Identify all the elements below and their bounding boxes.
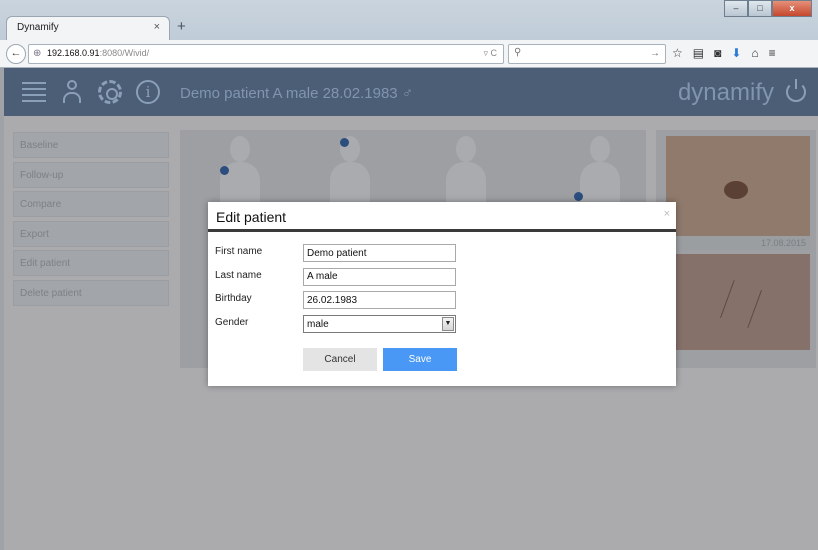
bookmarks-list-icon[interactable]: ▤	[693, 46, 704, 60]
new-tab-button[interactable]: +	[177, 18, 186, 35]
birthday-field[interactable]	[303, 291, 456, 309]
globe-icon: ⊕	[33, 48, 42, 59]
lesion-marker[interactable]	[340, 138, 349, 147]
save-button[interactable]: Save	[383, 348, 457, 371]
sidebar-item-edit-patient[interactable]: Edit patient	[13, 250, 169, 276]
photo-date: 17.08.2015	[666, 236, 810, 250]
last-name-label: Last name	[215, 269, 262, 281]
last-name-row: Last name	[215, 267, 475, 292]
back-arrow-icon[interactable]: ←	[6, 44, 26, 64]
sidebar-item-baseline[interactable]: Baseline	[13, 132, 169, 158]
toolbar-icons: ☆ ▤ ◙ ⬇ ⌂ ≡	[672, 46, 776, 60]
gender-select[interactable]: male ▼	[303, 314, 456, 333]
power-icon[interactable]	[786, 79, 806, 102]
lesion-marker[interactable]	[574, 192, 583, 201]
search-icon: ⚲	[514, 47, 522, 58]
edit-patient-dialog: Edit patient × First name Last name Birt…	[208, 202, 676, 386]
pocket-icon[interactable]: ◙	[714, 46, 721, 60]
app-header: i Demo patient A male 28.02.1983 ♂ dynam…	[4, 68, 818, 116]
go-arrow-icon[interactable]: →	[650, 48, 660, 59]
birthday-row: Birthday	[215, 291, 475, 315]
tab-strip: Dynamify × + – □ x	[0, 0, 818, 40]
edit-patient-form: First name Last name Birthday Gender mal…	[215, 244, 475, 338]
browser-tab[interactable]: Dynamify ×	[6, 16, 170, 40]
chevron-down-icon[interactable]: ▼	[442, 316, 454, 331]
dialog-title: Edit patient	[216, 209, 287, 225]
patient-title: Demo patient A male 28.02.1983 ♂	[180, 85, 414, 102]
lesion-marker[interactable]	[220, 166, 229, 175]
sidebar-item-export[interactable]: Export	[13, 220, 169, 247]
first-name-field[interactable]	[303, 244, 456, 262]
lesion-photo[interactable]	[666, 254, 810, 350]
gender-selected-value: male	[307, 318, 329, 330]
search-bar[interactable]: ⚲ →	[508, 44, 666, 64]
info-icon[interactable]: i	[136, 80, 160, 104]
url-host: 192.168.0.91	[47, 48, 100, 58]
reload-icon[interactable]: ▿ C	[483, 48, 497, 59]
gender-label: Gender	[215, 316, 249, 328]
window-controls: – □ x	[724, 0, 812, 17]
close-icon[interactable]: ×	[664, 208, 670, 220]
last-name-field[interactable]	[303, 267, 456, 286]
sidebar-item-delete-patient[interactable]: Delete patient	[13, 279, 169, 306]
birthday-label: Birthday	[215, 293, 252, 304]
maximize-button[interactable]: □	[748, 0, 772, 17]
brand-logo: dynamify	[677, 79, 774, 106]
first-name-label: First name	[215, 246, 263, 257]
sidebar-item-follow-up[interactable]: Follow-up	[13, 161, 169, 188]
sidebar-item-compare[interactable]: Compare	[13, 191, 169, 217]
download-icon[interactable]: ⬇	[731, 46, 741, 60]
close-tab-icon[interactable]: ×	[154, 21, 160, 33]
hamburger-menu-icon[interactable]: ≡	[769, 46, 776, 60]
url-path: :8080/Wivid/	[99, 48, 150, 58]
lesion-photo[interactable]	[666, 136, 810, 236]
gear-icon[interactable]	[98, 80, 122, 104]
minimize-button[interactable]: –	[724, 0, 748, 17]
bookmark-star-icon[interactable]: ☆	[672, 46, 683, 60]
user-icon[interactable]	[62, 80, 82, 104]
close-window-button[interactable]: x	[772, 0, 812, 17]
list-menu-icon[interactable]	[22, 82, 46, 102]
first-name-row: First name	[215, 244, 475, 268]
navigation-bar: ← ⊕ 192.168.0.91:8080/Wivid/ ▿ C ⚲ → ☆ ▤…	[0, 40, 818, 68]
home-icon[interactable]: ⌂	[751, 46, 758, 60]
sidebar: Baseline Follow-up Compare Export Edit p…	[13, 132, 169, 309]
photo-panel: 17.08.2015	[656, 130, 816, 368]
address-bar[interactable]: ⊕ 192.168.0.91:8080/Wivid/ ▿ C	[28, 44, 504, 64]
dialog-header: Edit patient ×	[208, 202, 676, 232]
tab-title: Dynamify	[17, 22, 59, 33]
cancel-button[interactable]: Cancel	[303, 348, 377, 371]
gender-row: Gender male ▼	[215, 314, 475, 339]
browser-chrome: Dynamify × + – □ x ← ⊕ 192.168.0.91:8080…	[0, 0, 818, 68]
